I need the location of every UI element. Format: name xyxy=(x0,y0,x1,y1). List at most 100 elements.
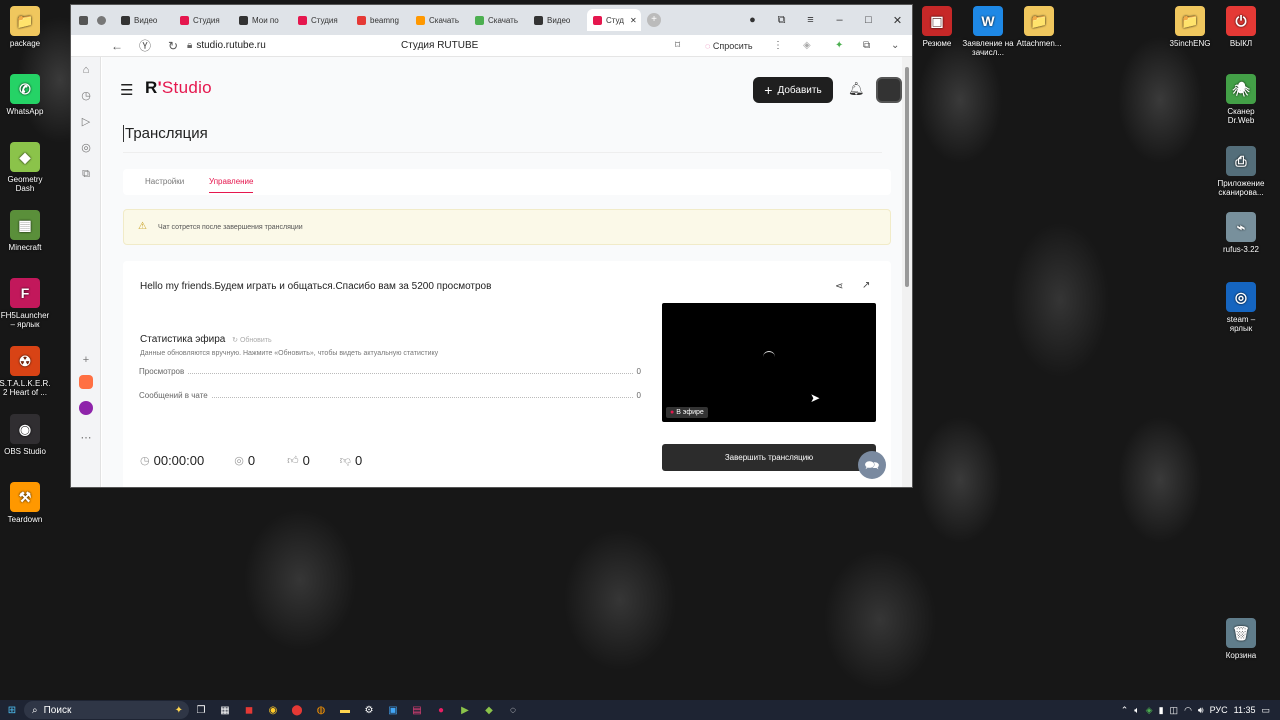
tray-up-icon[interactable]: ⌃ xyxy=(1121,705,1129,716)
app-icon[interactable]: ⬤ xyxy=(285,700,309,720)
browser-tab[interactable]: Видео xyxy=(528,9,587,31)
ask-button[interactable]: ◌ Спросить xyxy=(705,41,753,51)
taskbar-search[interactable]: ⌕ Поиск ✦ xyxy=(24,701,189,719)
tab-settings[interactable]: Настройки xyxy=(145,177,184,186)
sidebar-app-icon[interactable] xyxy=(71,373,101,399)
desktop-icon[interactable]: 🗑 Корзина xyxy=(1215,618,1267,660)
browser-tab[interactable] xyxy=(77,9,95,31)
desktop-icon[interactable]: F FH5Launcher – ярлык xyxy=(0,278,51,329)
app-icon[interactable]: ◼ xyxy=(237,700,261,720)
settings-icon[interactable]: ⚙ xyxy=(357,700,381,720)
network-icon[interactable]: ◫ xyxy=(1170,705,1179,716)
tab-management[interactable]: Управление xyxy=(209,177,254,193)
bookmark-icon[interactable]: ⌑ xyxy=(675,40,680,51)
browser-tab[interactable]: Видео xyxy=(115,9,174,31)
sidebar-more-icon[interactable]: ⋯ xyxy=(71,425,101,451)
app-icon[interactable]: ◍ xyxy=(309,700,333,720)
timer: 00:00:00 xyxy=(153,453,205,468)
sidebar-app-icon[interactable] xyxy=(71,399,101,425)
app-tray-icon[interactable]: ◈ xyxy=(1146,705,1153,716)
app-icon[interactable]: ▤ xyxy=(405,700,429,720)
scrollbar-thumb[interactable] xyxy=(905,67,909,287)
extension-icon[interactable]: ✦ xyxy=(835,40,843,51)
language-indicator[interactable]: РУС xyxy=(1210,705,1228,715)
app-icon[interactable]: ▦ xyxy=(213,700,237,720)
start-icon[interactable]: ⊞ xyxy=(0,700,24,720)
avatar[interactable] xyxy=(876,77,902,103)
app-icon[interactable]: ▣ xyxy=(381,700,405,720)
sidebar-tabs-icon[interactable]: ⧉ xyxy=(71,161,101,187)
stream-preview[interactable]: ➤ ● В эфире xyxy=(662,303,876,422)
minimize-icon[interactable]: – xyxy=(825,14,854,27)
desktop-icon[interactable]: ▦ Minecraft xyxy=(0,210,51,252)
wifi-icon[interactable]: ◠ xyxy=(1184,705,1192,716)
extension-icon[interactable]: ◈ xyxy=(803,40,811,51)
desktop-icon[interactable]: ⚒ Teardown xyxy=(0,482,51,524)
download-icon[interactable]: ⌄ xyxy=(891,40,899,51)
app-icon[interactable]: ◆ xyxy=(477,700,501,720)
app-icon[interactable]: ▶ xyxy=(453,700,477,720)
desktop-icon[interactable]: ▣ Резюме xyxy=(911,6,963,48)
maximize-icon[interactable]: □ xyxy=(854,14,883,27)
sidebar-history-icon[interactable]: ◷ xyxy=(71,83,101,109)
yandex-browser-icon[interactable]: ◉ xyxy=(261,700,285,720)
url-text[interactable]: studio.rutube.ru xyxy=(196,40,346,51)
app-icon[interactable]: ● xyxy=(429,700,453,720)
desktop-icon[interactable]: ✆ WhatsApp xyxy=(0,74,51,116)
share-icon[interactable]: ⋖ xyxy=(835,281,843,292)
clock[interactable]: 11:35 xyxy=(1234,705,1256,715)
new-tab-icon[interactable]: + xyxy=(647,13,661,27)
desktop-icon[interactable]: ⎙ Приложение сканирова... xyxy=(1215,146,1267,197)
browser-tab[interactable]: Мои по xyxy=(233,9,292,31)
search-placeholder: Поиск xyxy=(43,704,72,716)
desktop-icon[interactable]: ◆ Geometry Dash xyxy=(0,142,51,193)
desktop-icon[interactable]: ◎ steam – ярлык xyxy=(1215,282,1267,333)
desktop-icon[interactable]: W Заявление на зачисл... xyxy=(962,6,1014,57)
collections-icon[interactable]: ⧉ xyxy=(863,40,870,51)
desktop-icon[interactable]: ⌁ rufus-3.22 xyxy=(1215,212,1267,254)
desktop-icon[interactable]: 📁 Attachmen... xyxy=(1013,6,1065,48)
restore-icon[interactable]: ⧉ xyxy=(767,14,796,27)
browser-tab[interactable]: Студия xyxy=(174,9,233,31)
browser-tab[interactable] xyxy=(95,9,115,31)
close-window-icon[interactable]: ✕ xyxy=(883,14,912,27)
sidebar-add-icon[interactable]: + xyxy=(71,347,101,373)
app-icon[interactable]: ◌ xyxy=(501,700,525,720)
hamburger-icon[interactable]: ☰ xyxy=(120,81,133,99)
desktop-icon[interactable]: ◉ OBS Studio xyxy=(0,414,51,456)
scrollbar[interactable] xyxy=(902,57,912,487)
browser-tab[interactable]: Скачать xyxy=(469,9,528,31)
notification-icon[interactable]: ▭ xyxy=(1261,705,1270,716)
close-icon[interactable]: ✕ xyxy=(630,16,637,25)
sidebar-home-icon[interactable]: ⌂ xyxy=(71,57,101,83)
desktop-icon[interactable]: 🕷 Сканер Dr.Web xyxy=(1215,74,1267,125)
desktop-icon[interactable]: 📁 package xyxy=(0,6,51,48)
reload-icon[interactable]: ↻ xyxy=(159,39,187,53)
add-button[interactable]: + Добавить xyxy=(753,77,833,103)
sidebar-alice-icon[interactable]: ◎ xyxy=(71,135,101,161)
bell-icon[interactable]: 🔔︎ xyxy=(848,81,865,97)
sidebar-play-icon[interactable]: ▷ xyxy=(71,109,101,135)
desktop-icon[interactable]: 📁 35inchENG xyxy=(1164,6,1216,48)
desktop-icon[interactable]: ⏻ ВЫКЛ xyxy=(1215,6,1267,48)
external-link-icon[interactable]: ↗ xyxy=(862,280,870,291)
refresh-button[interactable]: ↻ Обновить xyxy=(232,337,272,344)
taskview-icon[interactable]: ❐ xyxy=(189,700,213,720)
profile-icon[interactable]: ● xyxy=(738,14,767,27)
browser-tab[interactable]: Студия xyxy=(292,9,351,31)
speaker-icon[interactable]: 🔊︎ xyxy=(1198,705,1204,716)
end-stream-button[interactable]: Завершить трансляцию xyxy=(662,444,876,471)
explorer-icon[interactable]: ▬ xyxy=(333,700,357,720)
browser-tab[interactable]: Скачать xyxy=(410,9,469,31)
menu-icon[interactable]: ≡ xyxy=(796,14,825,27)
desktop-icon[interactable]: ☢ S.T.A.L.K.E.R. 2 Heart of ... xyxy=(0,346,51,397)
volume-icon[interactable]: 🔈︎ xyxy=(1134,705,1139,716)
more-icon[interactable]: ⋮ xyxy=(773,40,783,51)
chat-bubble-icon[interactable]: 🗪 xyxy=(858,451,886,479)
studio-logo[interactable]: R'Studio xyxy=(145,78,212,98)
app-tray-icon[interactable]: ▮ xyxy=(1159,705,1164,716)
yandex-icon[interactable]: Ⓨ xyxy=(131,37,159,54)
browser-tab-active[interactable]: Студ ✕ xyxy=(587,9,641,31)
browser-tab[interactable]: beamng xyxy=(351,9,410,31)
back-icon[interactable]: ← xyxy=(103,39,131,53)
